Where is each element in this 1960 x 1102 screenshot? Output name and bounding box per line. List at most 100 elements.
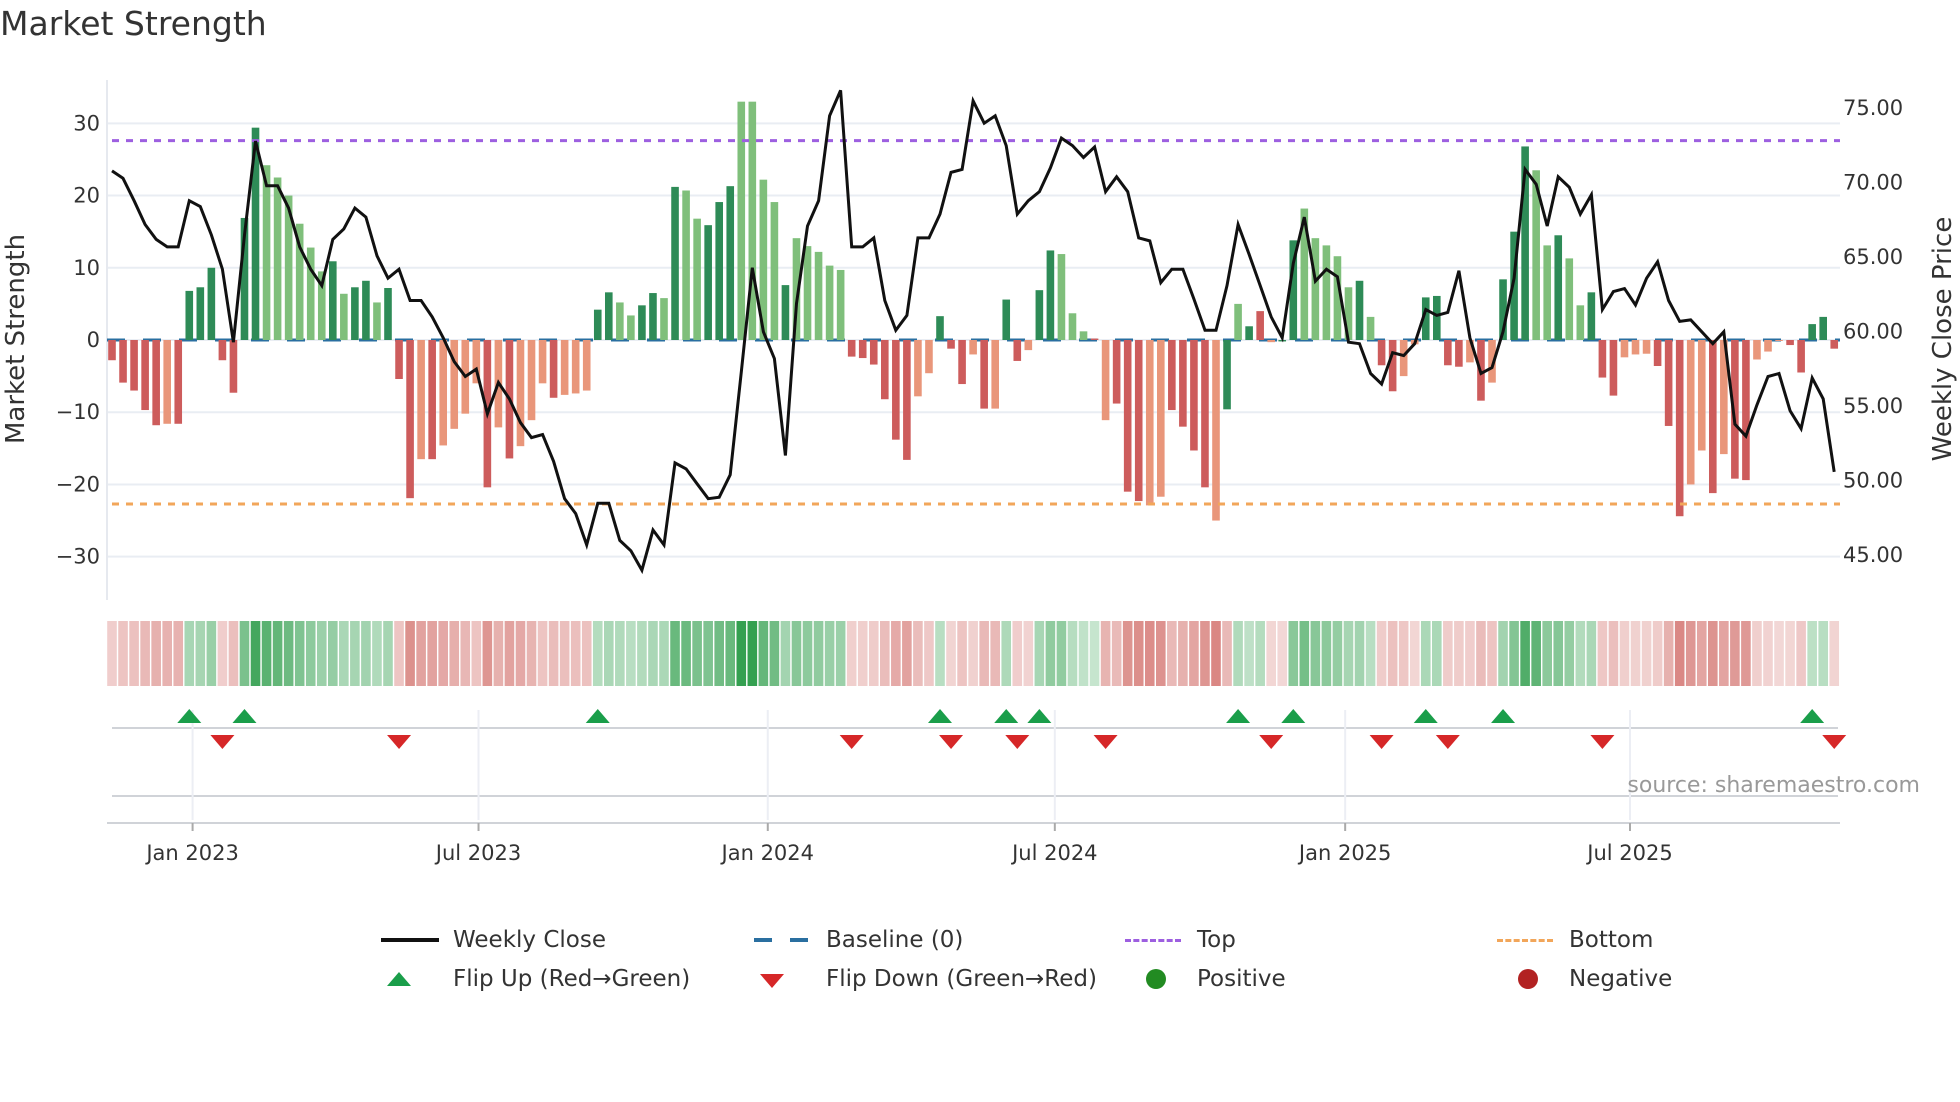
strength-bar	[1377, 340, 1386, 366]
heatmap-cell	[1520, 621, 1530, 686]
legend-label: Weekly Close	[453, 927, 606, 953]
strength-bar	[174, 340, 183, 424]
strength-bar	[858, 340, 867, 359]
x-tick-label: Jul 2025	[1585, 841, 1672, 865]
heatmap-cell	[1586, 621, 1597, 686]
heatmap-cell	[1443, 621, 1453, 686]
legend-item-flip-down[interactable]: Flip Down (Green→Red)	[754, 964, 1097, 994]
heatmap-cell	[1255, 621, 1265, 686]
heatmap-cell	[1542, 621, 1552, 686]
strength-bar	[130, 340, 138, 391]
strength-bar	[660, 298, 668, 340]
strength-bar	[428, 340, 436, 460]
legend-item-baseline[interactable]: Baseline (0)	[754, 925, 963, 955]
heatmap-cell	[140, 621, 150, 686]
strength-bar	[1013, 340, 1022, 361]
heatmap-cell	[184, 621, 195, 686]
y2-tick-label: 55.00	[1843, 394, 1903, 418]
y-axis-title: Market Strength	[1, 234, 31, 444]
legend-label: Positive	[1197, 966, 1286, 992]
heatmap-cell	[1354, 621, 1365, 686]
heatmap-cell	[1244, 621, 1254, 686]
strength-bar	[1653, 340, 1662, 366]
heatmap-cell	[383, 621, 393, 686]
x-tick-label: Jan 2024	[720, 841, 815, 865]
heatmap-cell	[769, 621, 780, 686]
strength-bar	[1742, 340, 1750, 481]
heatmap-cell	[195, 621, 206, 686]
heatmap-cell	[1365, 621, 1376, 686]
heatmap-cell	[1608, 621, 1619, 686]
strength-bar	[1455, 340, 1463, 367]
heatmap-cell	[526, 621, 537, 686]
legend-item-bottom[interactable]: Bottom	[1497, 925, 1653, 955]
flip-up-marker	[232, 709, 257, 723]
strength-bar	[869, 340, 878, 365]
heatmap-cell	[802, 621, 813, 686]
heatmap-cell	[1122, 621, 1133, 686]
heatmap-cell	[1034, 621, 1045, 686]
heatmap-cell	[1785, 621, 1795, 686]
strength-bar	[1046, 250, 1055, 340]
heatmap-cell	[1178, 621, 1188, 686]
flip-down-marker	[387, 735, 412, 749]
heatmap-cell	[648, 621, 658, 686]
y-tick-label: 10	[73, 256, 100, 280]
heatmap-cell	[305, 621, 316, 686]
strength-bar	[141, 340, 149, 411]
strength-bar	[1366, 316, 1375, 340]
heatmap-cell	[747, 621, 758, 686]
strength-bar	[373, 302, 381, 340]
heatmap-cell	[1332, 621, 1343, 686]
strength-bar	[1399, 340, 1408, 377]
heatmap-cell	[1398, 621, 1409, 686]
heatmap-cell	[1796, 621, 1806, 686]
strength-bar	[892, 340, 900, 440]
heatmap-cell	[328, 621, 338, 686]
heatmap-cell	[1144, 621, 1155, 686]
line-swatch-icon	[381, 925, 441, 955]
heatmap-cell	[1498, 621, 1508, 686]
strength-bar	[925, 340, 933, 374]
heatmap-cell	[681, 621, 691, 686]
strength-bar	[593, 309, 602, 340]
legend-item-weekly-close[interactable]: Weekly Close	[381, 925, 606, 955]
flip-up-marker	[177, 709, 202, 723]
heatmap-cell	[570, 621, 581, 686]
legend-item-positive[interactable]: Positive	[1125, 964, 1286, 994]
strength-bar	[1433, 295, 1441, 340]
flip-down-marker	[1822, 735, 1847, 749]
strength-bar	[1808, 324, 1816, 340]
heatmap-cell	[548, 621, 559, 686]
heatmap-cell	[1156, 621, 1166, 686]
legend-item-top[interactable]: Top	[1125, 925, 1236, 955]
heatmap-cell	[868, 621, 879, 686]
heatmap-cell	[471, 621, 482, 686]
strength-bar	[1201, 340, 1209, 488]
flip-up-marker	[1491, 709, 1516, 723]
legend-item-negative[interactable]: Negative	[1497, 964, 1672, 994]
heatmap-cell	[1619, 621, 1630, 686]
heatmap-cell	[438, 621, 448, 686]
heatmap-cell	[880, 621, 890, 686]
heatmap-cell	[372, 621, 382, 686]
strength-bar	[1675, 340, 1684, 517]
heatmap-cell	[1564, 621, 1575, 686]
strength-bar	[1543, 245, 1551, 340]
strength-bar	[1753, 340, 1761, 360]
strength-bar	[1035, 290, 1044, 340]
y2-tick-label: 50.00	[1843, 468, 1903, 492]
heatmap-cell	[1432, 621, 1442, 686]
strength-bar	[1686, 340, 1695, 485]
strength-bar	[969, 340, 977, 355]
heatmap-cell	[405, 621, 415, 686]
strength-bar	[649, 293, 657, 340]
strength-bar	[262, 165, 271, 340]
heatmap-cell	[1597, 621, 1608, 686]
legend-item-flip-up[interactable]: Flip Up (Red→Green)	[381, 964, 690, 994]
heatmap-cell	[1509, 621, 1519, 686]
heatmap-cell	[957, 621, 967, 686]
y2-tick-label: 45.00	[1843, 543, 1903, 567]
strength-bar	[638, 305, 646, 340]
heatmap-cell	[924, 621, 934, 686]
